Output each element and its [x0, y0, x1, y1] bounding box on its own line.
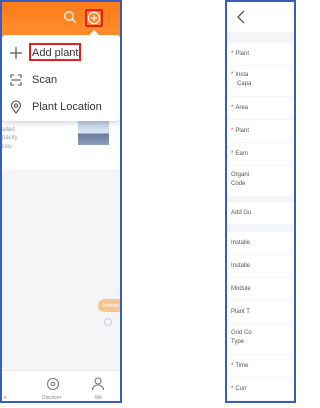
card-text-2: pacity	[2, 135, 18, 141]
plus-icon	[10, 47, 22, 59]
plant-list-screen: alled pacity kWp Add plant Scan Plant Lo…	[0, 0, 122, 403]
row-label: * Time	[231, 363, 249, 369]
tab-me-label[interactable]: Me	[95, 395, 102, 401]
menu-item-plant-location[interactable]: Plant Location	[2, 94, 120, 120]
menu-item-label: Add plant	[32, 47, 79, 59]
add-menu-popup: Add plant Scan Plant Location	[2, 35, 120, 121]
row-label-text: Installe	[231, 240, 251, 246]
plant-thumbnail	[78, 119, 109, 145]
row-label-text: Time	[235, 363, 249, 369]
add-plant-form-screen: * Plant * Insta Capa * Area * Plant * Earn Or…	[225, 0, 296, 403]
form-row-installed-capacity[interactable]: * Insta Capa	[227, 66, 294, 96]
form-row-installer-2[interactable]: Installe	[227, 255, 294, 277]
float-dot-icon[interactable]	[104, 318, 112, 326]
row-label-text: Plant	[235, 51, 250, 57]
row-label-text: Installe	[231, 263, 251, 269]
form-row-installer-1[interactable]: Installe	[227, 232, 294, 254]
location-pin-icon	[10, 100, 22, 114]
search-icon[interactable]	[63, 10, 77, 24]
row-label-text: Insta	[235, 72, 249, 78]
scan-icon	[10, 74, 22, 86]
row-label: * Insta	[231, 72, 249, 78]
menu-item-add-plant[interactable]: Add plant	[2, 40, 120, 66]
row-label-text-2: Capa	[237, 81, 252, 87]
row-label: * Plant	[231, 51, 250, 57]
form-row-area[interactable]: * Area	[227, 97, 294, 119]
form-row-module[interactable]: Module	[227, 278, 294, 300]
bottom-tab-bar: e Discover Me	[2, 370, 120, 401]
row-label: * Plant	[231, 128, 250, 134]
card-text-3: kWp	[2, 144, 12, 150]
card-text-1: alled	[2, 127, 15, 133]
row-label-text: Module	[231, 286, 251, 292]
form-row-time[interactable]: * Time	[227, 355, 294, 377]
row-label-text: Area	[235, 105, 249, 111]
form-row-plant-t[interactable]: Plant T	[227, 301, 294, 323]
menu-item-label: Scan	[32, 74, 58, 86]
row-label-text: Add Gu	[231, 210, 252, 216]
row-label-text: Curr	[235, 386, 248, 392]
menu-item-scan[interactable]: Scan	[2, 67, 120, 93]
back-arrow-icon[interactable]	[235, 10, 247, 24]
discover-icon[interactable]	[45, 376, 61, 392]
row-label-text: Plant T	[231, 309, 250, 315]
row-label-text: Grid Co	[231, 330, 252, 336]
fab-label: Monitor	[102, 302, 120, 309]
tab-discover-label[interactable]: Discover	[42, 395, 61, 401]
row-label: * Earn	[231, 151, 249, 157]
row-label-text-2: Type	[231, 339, 245, 345]
form-row-earnings[interactable]: * Earn	[227, 143, 294, 165]
form-row-plant-type[interactable]: * Plant	[227, 120, 294, 142]
user-icon[interactable]	[90, 376, 106, 392]
add-plant-trigger-button[interactable]	[85, 9, 103, 27]
plus-circle-icon	[87, 11, 101, 25]
tab-home-label[interactable]: e	[4, 395, 7, 401]
form-row-plant-name[interactable]: * Plant	[227, 43, 294, 65]
row-label-text: Organi	[231, 172, 250, 178]
form-row-grid-connection-type[interactable]: Grid Co Type	[227, 324, 294, 354]
form-row-add-guest[interactable]: Add Gu	[227, 202, 294, 224]
row-label-text: Plant	[235, 128, 250, 134]
form-row-currency[interactable]: * Curr	[227, 378, 294, 400]
row-label-text-2: Code	[231, 181, 246, 187]
row-label: * Curr	[231, 386, 248, 392]
monitor-float-button[interactable]: Monitor	[98, 299, 120, 312]
menu-item-label: Plant Location	[32, 101, 102, 113]
form-row-organization-code[interactable]: Organi Code	[227, 166, 294, 196]
row-label-text: Earn	[235, 151, 249, 157]
row-label: * Area	[231, 105, 249, 111]
